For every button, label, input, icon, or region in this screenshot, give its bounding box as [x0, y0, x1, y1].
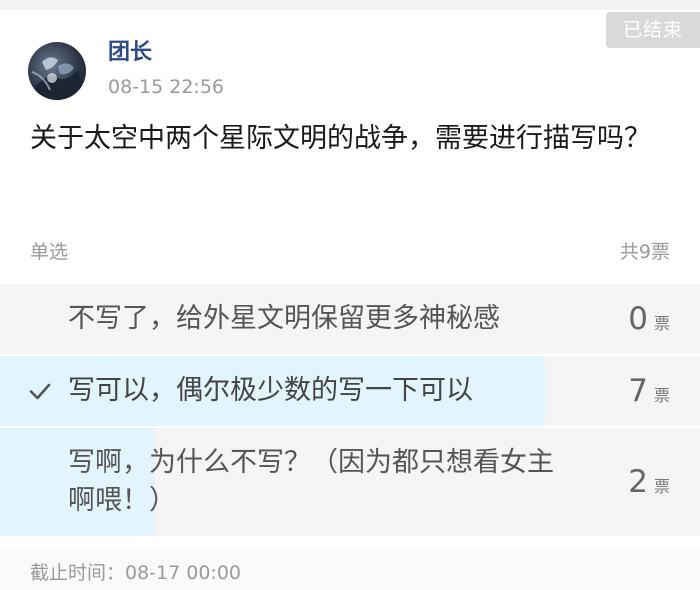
- vote-count: 0票: [628, 284, 670, 354]
- avatar-image: [28, 57, 86, 100]
- poll-option-3[interactable]: 写啊，为什么不写？（因为都只想看女主啊喂！） 2票: [0, 428, 700, 538]
- poll-question: 关于太空中两个星际文明的战争，需要进行描写吗？: [30, 123, 651, 154]
- poll-option-1[interactable]: 不写了，给外星文明保留更多神秘感 0票: [0, 284, 700, 356]
- vote-unit: 票: [653, 477, 670, 496]
- vote-count-number: 7: [628, 373, 648, 409]
- vote-unit: 票: [653, 386, 670, 405]
- post-timestamp: 08-15 22:56: [108, 76, 225, 98]
- option-label: 写啊，为什么不写？（因为都只想看女主啊喂！）: [68, 447, 554, 516]
- author-name[interactable]: 团长: [108, 38, 152, 68]
- avatar[interactable]: [28, 42, 86, 100]
- status-badge: 已结束: [606, 12, 700, 48]
- option-label: 不写了，给外星文明保留更多神秘感: [68, 303, 500, 334]
- vote-count-number: 0: [628, 301, 648, 337]
- total-votes: 共9票: [619, 241, 670, 263]
- vote-count: 2票: [628, 428, 670, 536]
- check-icon: [28, 379, 52, 403]
- poll-option-2[interactable]: 写可以，偶尔极少数的写一下可以 7票: [0, 356, 700, 428]
- poll-options: 不写了，给外星文明保留更多神秘感 0票 写可以，偶尔极少数的写一下可以 7票 写…: [0, 284, 700, 538]
- poll-type-label: 单选: [30, 241, 69, 263]
- option-label: 写可以，偶尔极少数的写一下可以: [68, 375, 473, 406]
- vote-count-number: 2: [628, 464, 648, 500]
- vote-unit: 票: [653, 314, 670, 333]
- vote-count: 7票: [628, 356, 670, 426]
- top-divider: [0, 0, 700, 10]
- poll-deadline: 截止时间：08-17 00:00: [30, 562, 242, 584]
